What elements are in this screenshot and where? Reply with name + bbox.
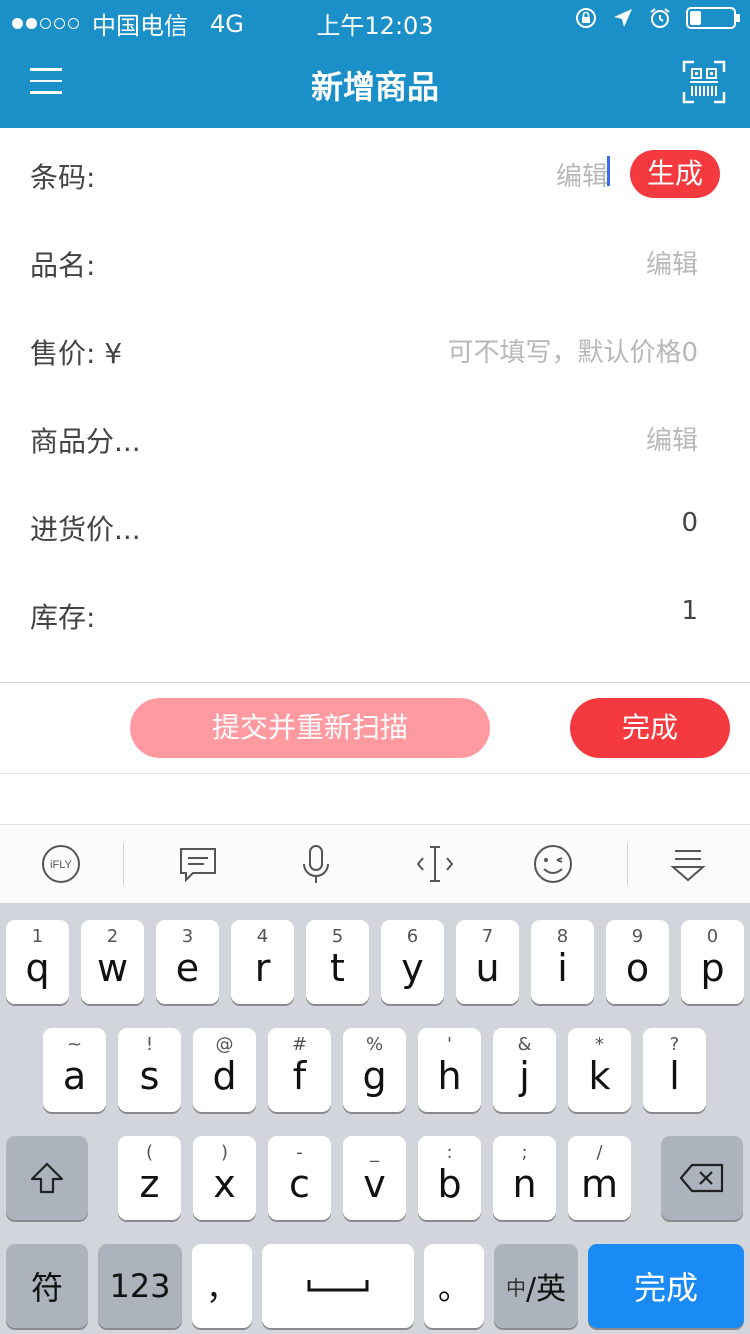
chat-bubble-icon[interactable] [177, 843, 219, 885]
key-h[interactable]: ' h [418, 1028, 481, 1112]
cursor-move-icon[interactable] [414, 843, 456, 885]
ifly-brand-text: iFLY [50, 859, 72, 871]
key-e[interactable]: 3e [156, 920, 219, 1004]
submit-and-rescan-button[interactable]: 提交并重新扫描 [130, 698, 490, 758]
key-z[interactable]: (z [118, 1136, 181, 1220]
form-row-purchase-price[interactable]: 进货价... 0 [0, 480, 750, 568]
generate-barcode-button[interactable]: 生成 [630, 150, 720, 198]
emoji-icon[interactable] [532, 843, 574, 885]
alarm-icon [650, 8, 670, 28]
purchase-price-input[interactable]: 0 [681, 508, 698, 538]
key-u[interactable]: 7u [456, 920, 519, 1004]
keyboard: 1q 2w 3e 4r 5t 6y 7u 8i 9o 0p ~ a ! s @ d #… [0, 903, 750, 1334]
key-f[interactable]: # f [268, 1028, 331, 1112]
key-b[interactable]: :b [418, 1136, 481, 1220]
page-title: 新增商品 [310, 68, 439, 106]
key-k[interactable]: * k [568, 1028, 631, 1112]
key-r[interactable]: 4r [231, 920, 294, 1004]
comma-key[interactable]: ， [192, 1244, 252, 1328]
key-q[interactable]: 1q [6, 920, 69, 1004]
key-v[interactable]: _ v [343, 1136, 406, 1220]
symbols-key[interactable]: 符 [6, 1244, 88, 1328]
shift-key[interactable] [6, 1136, 88, 1220]
key-y[interactable]: 6y [381, 920, 444, 1004]
key-o[interactable]: 9o [606, 920, 669, 1004]
key-g[interactable]: % g [343, 1028, 406, 1112]
key-s[interactable]: ! s [118, 1028, 181, 1112]
divider [0, 773, 750, 774]
ime-toolbar: iFLY [0, 825, 750, 903]
toolbar-separator [627, 843, 628, 885]
key-w[interactable]: 2w [81, 920, 144, 1004]
shift-arrow-icon [30, 1162, 64, 1194]
key-c[interactable]: -c [268, 1136, 331, 1220]
key-l[interactable]: ? l [643, 1028, 706, 1112]
rotation-lock-icon [576, 8, 596, 28]
keyboard-done-key[interactable]: 完成 [588, 1244, 744, 1328]
status-right [560, 6, 740, 30]
battery-icon [686, 7, 740, 29]
price-input[interactable]: 可不填写，默认价格0 [447, 332, 698, 369]
form-row-category[interactable]: 商品分... 编辑 [0, 392, 750, 480]
product-form: 条码: 编辑 生成 品名: 编辑 售价: ¥ 可不填写，默认价格0 商品分...… [0, 128, 750, 656]
status-bar: 中国电信 4G 上午12:03 [0, 0, 750, 40]
key-n[interactable]: ; n [493, 1136, 556, 1220]
category-label: 商品分... [30, 425, 141, 458]
form-row-price[interactable]: 售价: ¥ 可不填写，默认价格0 [0, 304, 750, 392]
name-input[interactable]: 编辑 [646, 244, 698, 281]
form-row-stock[interactable]: 库存: 1 [0, 568, 750, 656]
price-label: 售价: ¥ [30, 337, 123, 370]
space-key[interactable] [262, 1244, 414, 1328]
name-label: 品名: [30, 249, 96, 282]
barcode-label: 条码: [30, 161, 96, 194]
backspace-key[interactable] [661, 1136, 743, 1220]
key-i[interactable]: 8i [531, 920, 594, 1004]
numbers-key[interactable]: 123 [98, 1244, 182, 1328]
key-p[interactable]: 0p [681, 920, 744, 1004]
category-input[interactable]: 编辑 [646, 420, 698, 457]
top-bar: 中国电信 4G 上午12:03 新增商品 [0, 0, 750, 128]
microphone-icon[interactable] [295, 843, 337, 885]
lang-small-label: 中 [505, 1275, 526, 1300]
barcode-input[interactable]: 编辑 [556, 156, 608, 193]
toolbar-separator [123, 843, 124, 885]
purchase-price-label: 进货价... [30, 513, 141, 546]
barcode-scan-icon[interactable] [682, 60, 726, 104]
key-d[interactable]: @ d [193, 1028, 256, 1112]
key-t[interactable]: 5t [306, 920, 369, 1004]
navigation-bar: 新增商品 [0, 40, 750, 128]
backspace-icon [679, 1163, 724, 1193]
done-button[interactable]: 完成 [570, 698, 730, 758]
action-bar: 提交并重新扫描 完成 [0, 683, 750, 773]
key-x[interactable]: ) x [193, 1136, 256, 1220]
space-bar-icon [307, 1280, 369, 1292]
lang-big-label: /英 [525, 1272, 567, 1307]
key-m[interactable]: / m [568, 1136, 631, 1220]
location-icon [614, 9, 632, 27]
language-switch-key[interactable]: 中/英 [494, 1244, 578, 1328]
form-row-name[interactable]: 品名: 编辑 [0, 216, 750, 304]
text-cursor [607, 156, 610, 186]
stock-input[interactable]: 1 [681, 596, 698, 626]
key-j[interactable]: & j [493, 1028, 556, 1112]
key-a[interactable]: ~ a [43, 1028, 106, 1112]
period-key[interactable]: 。 [424, 1244, 484, 1328]
form-row-barcode[interactable]: 条码: 编辑 生成 [0, 128, 750, 216]
ifly-logo-icon[interactable]: iFLY [40, 843, 82, 885]
hide-keyboard-icon[interactable] [667, 843, 709, 885]
stock-label: 库存: [30, 601, 96, 634]
